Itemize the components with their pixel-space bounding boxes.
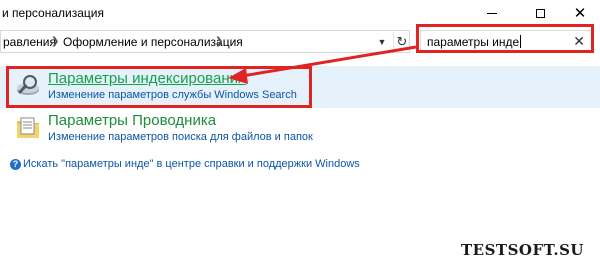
chevron-right-icon[interactable]: ❯: [51, 36, 59, 47]
chevron-right-icon[interactable]: ❯: [215, 36, 223, 47]
chevron-down-icon[interactable]: ▼: [375, 35, 389, 49]
close-window-button[interactable]: ✕: [558, 0, 600, 26]
maximize-button[interactable]: [518, 0, 562, 26]
minimize-icon: [487, 12, 497, 14]
title-bar: и персонализация ✕: [0, 0, 600, 26]
result-title-folder-options[interactable]: Параметры Проводника: [48, 112, 216, 129]
address-box[interactable]: равления ❯ Оформление и персонализация ❯…: [0, 30, 410, 53]
refresh-icon[interactable]: ↻: [393, 32, 410, 51]
breadcrumb-control-panel[interactable]: равления: [3, 35, 56, 49]
result-highlight-frame: [6, 66, 312, 108]
help-icon: ?: [10, 158, 21, 170]
watermark: TESTSOFT.SU: [460, 241, 584, 259]
search-highlight-frame: [416, 24, 594, 53]
minimize-button[interactable]: [470, 0, 514, 26]
close-icon: ✕: [573, 4, 587, 22]
window-title: и персонализация: [2, 6, 104, 20]
folder-options-icon: [17, 117, 39, 138]
help-link-text[interactable]: Искать "параметры инде" в центре справки…: [23, 158, 360, 170]
result-subtitle-folder-options[interactable]: Изменение параметров поиска для файлов и…: [48, 131, 313, 143]
help-search-link[interactable]: ? Искать "параметры инде" в центре справ…: [10, 158, 360, 170]
maximize-icon: [535, 8, 545, 18]
